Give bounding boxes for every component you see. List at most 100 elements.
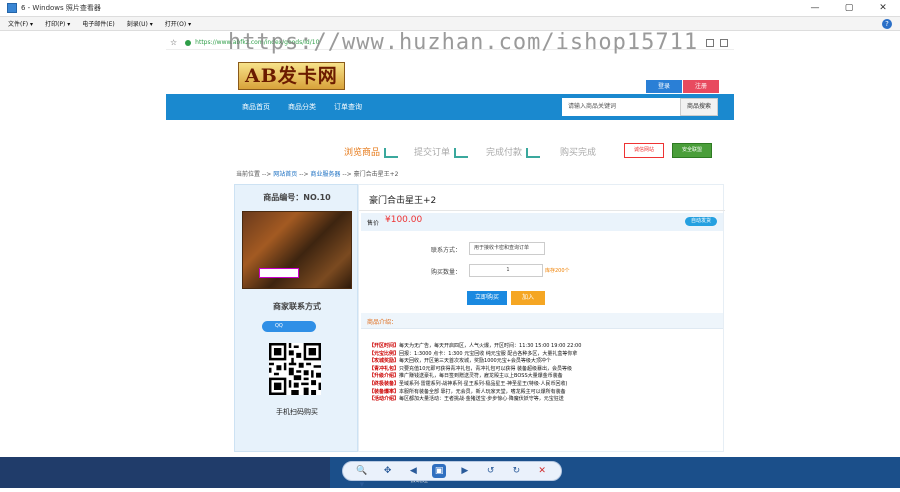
breadcrumb-sep: --> [299,171,309,178]
site-nav: 商品首页 商品分类 订单查询 请输入商品关键词 商品搜索 [166,94,734,120]
slideshow-icon[interactable]: ▣ [432,464,447,478]
menu-email[interactable]: 电子邮件(E) [82,19,114,28]
intro-line-text: 圣域系列·雷霆系列·战神系列·星王系列·极品星王·神圣星王(特级·人民币回收) [399,380,568,387]
register-button: 注册 [683,80,719,93]
breadcrumb-category: 商业服务器 [310,171,341,178]
breadcrumb-home: 网站首页 [273,171,298,178]
step-submit-label: 提交订单 [414,148,451,158]
star-icon: ☆ [170,38,178,47]
intro-line-tag: 【青冲礼包】 [369,365,400,372]
qq-label: QQ [275,323,283,329]
price-label: 售价 [367,220,380,227]
browser-icons [706,38,734,47]
previous-icon[interactable]: ◀ [406,464,420,478]
intro-line-text: 推广赚钱送豪礼，每日签到赠送灵符，雇龙殿主以上BOSS大量爆金币装备 [399,373,563,380]
extension-icon [720,38,728,47]
stock-info: 库存200个 [545,268,570,274]
breadcrumb-prefix: 当前位置 --> [236,171,272,178]
nav-category: 商品分类 [288,103,316,111]
intro-title: 商品介绍： [367,319,398,326]
watermark-text: https://www.huzhan.com/ishop15711 [228,30,699,55]
intro-line: 【活动介绍】每区都加大量活动：王者挑战·金猪送宝·步步惊心·降魔伏妖守等，元宝狂… [369,396,719,404]
intro-line-text: 每天为无广告，每天开启四区，人气火爆，开区时间：11:30 15:00 19:0… [399,343,582,349]
step-done: 购买完成 [560,148,597,158]
nav-order-query: 订单查询 [334,103,362,111]
product-sidebar: 商品编号：NO.10 商家联系方式 QQ 手机扫码购买 [234,184,358,452]
divider [359,210,725,211]
breadcrumb: 当前位置 --> 网站首页 --> 商业服务器 --> 豪门合击星王+2 [236,169,398,178]
trust-badge: 诚信网站 [624,143,664,158]
menu-open[interactable]: 打开(O) ▾ [165,19,191,28]
intro-line: 【升级介绍】推广赚钱送豪礼，每日签到赠送灵符，雇龙殿主以上BOSS大量爆金币装备 [369,373,719,381]
step-browse: 浏览商品 [344,145,399,158]
purchase-steps: 浏览商品 提交订单 完成付款 购买完成 诚信网站 安全联盟 [166,140,734,164]
product-image [242,211,352,289]
intro-line-tag: 【装备爆率】 [369,388,400,395]
breadcrumb-item: 豪门合击星王+2 [353,171,399,178]
help-icon[interactable]: ? [882,19,892,29]
price-value: ¥100.00 [385,215,423,225]
secure-lock-icon [185,39,192,46]
step-pay-label: 完成付款 [486,148,523,158]
intro-header: 商品介绍： [361,313,723,329]
rotate-left-icon[interactable]: ↺ [484,464,498,478]
security-badge: 安全联盟 [672,143,712,158]
buy-now-button: 立即购买 [467,291,507,305]
intro-lines: 【开区时间】每天为无广告，每天开启四区，人气火爆，开区时间：11:30 15:0… [369,343,719,404]
intro-line: 【终极装备】圣域系列·雷霆系列·战神系列·星王系列·极品星王·神圣星王(特级·人… [369,381,719,389]
window-controls: — ▢ ✕ [798,0,900,16]
minimize-button[interactable]: — [798,0,832,16]
cart-icon [384,147,399,158]
displayed-screenshot: ☆ https://www.abfkz.com/index/goods/id/1… [166,36,734,452]
price-bar: 售价 ¥100.00 自动发货 [361,213,723,231]
step-browse-label: 浏览商品 [344,148,381,158]
quantity-input: 1 [469,264,543,277]
product-detail: 豪门合击星王+2 售价 ¥100.00 自动发货 联系方式： 用于接收卡密和查询… [358,184,725,452]
photo-viewer-app-icon [7,3,17,13]
intro-line-text: 回报：1:3000 点卡：1:300 元宝回收 纯元宝服 配合各种多区，大量礼盒… [399,350,578,357]
product-number: 商品编号：NO.10 [263,193,331,202]
maximize-button[interactable]: ▢ [832,0,866,16]
menu-file[interactable]: 文件(F) ▾ [8,19,33,28]
nav-home: 商品首页 [242,103,270,111]
fit-window-icon[interactable]: ✥ [381,464,395,478]
reader-icon [706,38,714,47]
cart-icon [526,147,541,158]
site-logo: AB发卡网 [238,62,345,90]
intro-line-text: 本服所有装备全部 靠打，无会员，新人玩家天堂，嗜龙殿主可以爆所有装备 [399,388,566,395]
contact-label: 联系方式： [431,247,462,254]
site-header: AB发卡网 登录 注册 [166,50,734,94]
contact-input: 用于接收卡密和查询订单 [469,242,545,255]
intro-line-tag: 【元宝比例】 [369,350,400,357]
intro-line-tag: 【攻城奖励】 [369,358,400,365]
zoom-icon[interactable]: 🔍▾ [355,464,369,490]
rotate-right-icon[interactable]: ↻ [509,464,523,478]
game-window-overlay [259,268,299,278]
intro-line-tag: 【开区时间】 [369,343,400,349]
menu-print[interactable]: 打印(P) ▾ [45,19,70,28]
product-title: 豪门合击星王+2 [369,196,437,206]
quantity-label: 购买数量： [431,269,462,276]
intro-line-text: 每区都加大量活动：王者挑战·金猪送宝·步步惊心·降魔伏妖守等，元宝狂送 [399,396,564,403]
breadcrumb-sep: --> [342,171,352,178]
menu-bar: 文件(F) ▾ 打印(P) ▾ 电子邮件(E) 刻录(U) ▾ 打开(O) ▾ … [0,17,900,31]
intro-line: 【攻城奖励】每天回收，开区第三天首次攻城，奖励1000元宝+会员等级大顶冲个 [369,358,719,366]
desktop-left-region [0,457,330,488]
intro-line-text: 只要充值10元即可获得青冲礼包，青冲礼包可以获得 装备超级暴出，会员等级 [399,365,572,372]
intro-line-tag: 【活动介绍】 [369,396,400,403]
step-submit: 提交订单 [414,145,469,158]
cart-icon [454,147,469,158]
next-icon[interactable]: ▶ [458,464,472,478]
menu-burn[interactable]: 刻录(U) ▾ [127,19,153,28]
intro-line: 【开区时间】每天为无广告，每天开启四区，人气火爆，开区时间：11:30 15:0… [369,343,719,351]
window-title: 6 - Windows 照片查看器 [21,4,101,12]
delete-icon[interactable]: ✕ [535,464,549,478]
close-button[interactable]: ✕ [866,0,900,16]
add-to-cart-button: 加入 [511,291,545,305]
qq-contact-badge: QQ [262,321,316,332]
intro-line-text: 每天回收，开区第三天首次攻城，奖励1000元宝+会员等级大顶冲个 [399,358,551,365]
intro-line-tag: 【升级介绍】 [369,373,400,380]
login-button: 登录 [646,80,682,93]
window-titlebar: 6 - Windows 照片查看器 — ▢ ✕ [0,0,900,17]
step-pay: 完成付款 [486,145,541,158]
